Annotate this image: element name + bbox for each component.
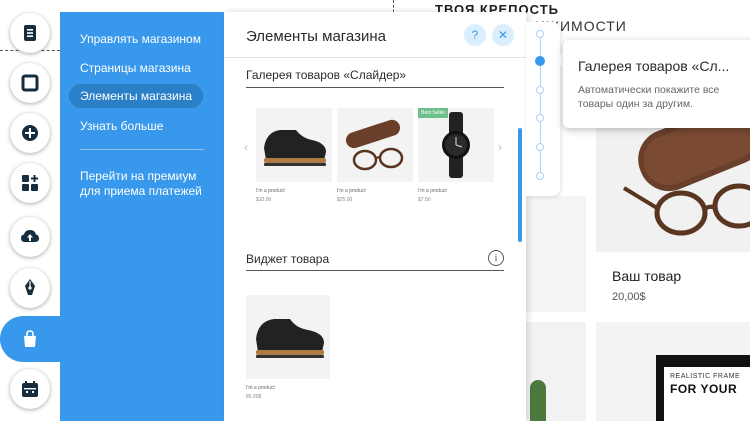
- add-icon: [22, 125, 38, 141]
- menu-item-manage-store[interactable]: Управлять магазином: [80, 32, 201, 46]
- blog-button[interactable]: [10, 268, 50, 308]
- menu-item-go-premium[interactable]: Перейти на премиум для приема платежей: [80, 169, 220, 199]
- widget-price: 85.00$: [246, 394, 262, 400]
- pages-button[interactable]: [10, 13, 50, 53]
- card-price: $25.00: [337, 197, 353, 203]
- apps-button[interactable]: [10, 163, 50, 203]
- shopping-bag-icon: [24, 330, 36, 347]
- menu-divider: [80, 149, 204, 150]
- product-widget-card[interactable]: I'm a product 85.00$: [246, 295, 330, 400]
- pen-nib-icon: [25, 279, 35, 295]
- panel-header-divider: [224, 57, 526, 58]
- background-icon: [21, 74, 39, 92]
- gallery-section-title: Галерея товаров «Слайдер»: [246, 68, 407, 82]
- card-image: [256, 108, 332, 182]
- menu-item-store-elements[interactable]: Элементы магазина: [69, 84, 203, 108]
- menu-item-store-pages[interactable]: Страницы магазина: [80, 61, 191, 75]
- best-seller-badge: Best Seller: [418, 108, 449, 118]
- help-button[interactable]: ?: [464, 24, 486, 46]
- shoe-image: [256, 319, 324, 358]
- store-elements-panel: Элементы магазина ? ✕ Галерея товаров «С…: [224, 12, 526, 421]
- timeline-dot[interactable]: [536, 172, 544, 180]
- gallery-card[interactable]: I'm a product $10.00: [256, 108, 332, 203]
- card-name: I'm a product: [337, 188, 366, 194]
- frame-image: REALISTIC FRAME FOR YOUR: [656, 355, 750, 421]
- upload-icon: [21, 230, 39, 242]
- tooltip-title: Галерея товаров «Сл...: [578, 58, 730, 74]
- product-price: 20,00$: [612, 291, 646, 303]
- shoe-image: [264, 130, 326, 166]
- timeline-dot-active[interactable]: [535, 56, 545, 66]
- widget-name: I'm a product: [246, 385, 275, 391]
- pages-icon: [24, 25, 36, 41]
- widget-image: [246, 295, 330, 379]
- panel-title: Элементы магазина: [246, 28, 386, 45]
- chevron-right-icon[interactable]: ›: [498, 140, 502, 154]
- store-button[interactable]: [10, 319, 50, 359]
- add-button[interactable]: [10, 113, 50, 153]
- timeline-dot[interactable]: [536, 114, 544, 122]
- widget-section-line: [246, 270, 504, 271]
- card-image: Best Seller: [418, 108, 494, 182]
- timeline-dot[interactable]: [536, 30, 544, 38]
- card-name: I'm a product: [418, 188, 447, 194]
- widget-section-title: Виджет товара: [246, 252, 330, 266]
- element-tooltip: Галерея товаров «Сл... Автоматически пок…: [563, 40, 750, 128]
- background-button[interactable]: [10, 63, 50, 103]
- product-name[interactable]: Ваш товар: [612, 268, 681, 284]
- gallery-section-line: [246, 87, 504, 88]
- info-icon[interactable]: i: [488, 250, 504, 266]
- element-timeline: [526, 22, 560, 196]
- gallery-card[interactable]: Best Seller I'm a product $7.50: [418, 108, 494, 203]
- timeline-dot[interactable]: [536, 143, 544, 151]
- menu-item-learn-more[interactable]: Узнать больше: [80, 119, 163, 133]
- glasses-image: [345, 119, 404, 171]
- calendar-icon: [22, 381, 38, 397]
- frame-text-1: REALISTIC FRAME: [670, 373, 741, 380]
- tooltip-arrow: [554, 52, 563, 68]
- bookings-button[interactable]: [10, 369, 50, 409]
- card-image: [337, 108, 413, 182]
- card-price: $7.50: [418, 197, 431, 203]
- panel-scrollbar[interactable]: [518, 128, 522, 242]
- product-image-partial: [522, 196, 586, 312]
- cactus-plant: [530, 380, 546, 421]
- chevron-left-icon[interactable]: ‹: [244, 140, 248, 154]
- watch-image: [442, 112, 470, 178]
- close-button[interactable]: ✕: [492, 24, 514, 46]
- store-side-menu: Управлять магазином Страницы магазина Эл…: [60, 12, 224, 421]
- upload-button[interactable]: [10, 217, 50, 257]
- gallery-card[interactable]: I'm a product $25.00: [337, 108, 413, 203]
- tooltip-text: Автоматически покажите все товары один з…: [578, 84, 720, 110]
- card-price: $10.00: [256, 197, 272, 203]
- card-name: I'm a product: [256, 188, 285, 194]
- apps-icon: [22, 175, 38, 191]
- timeline-dot[interactable]: [536, 86, 544, 94]
- frame-text-2: FOR YOUR: [670, 382, 738, 396]
- left-toolbar: [0, 0, 60, 421]
